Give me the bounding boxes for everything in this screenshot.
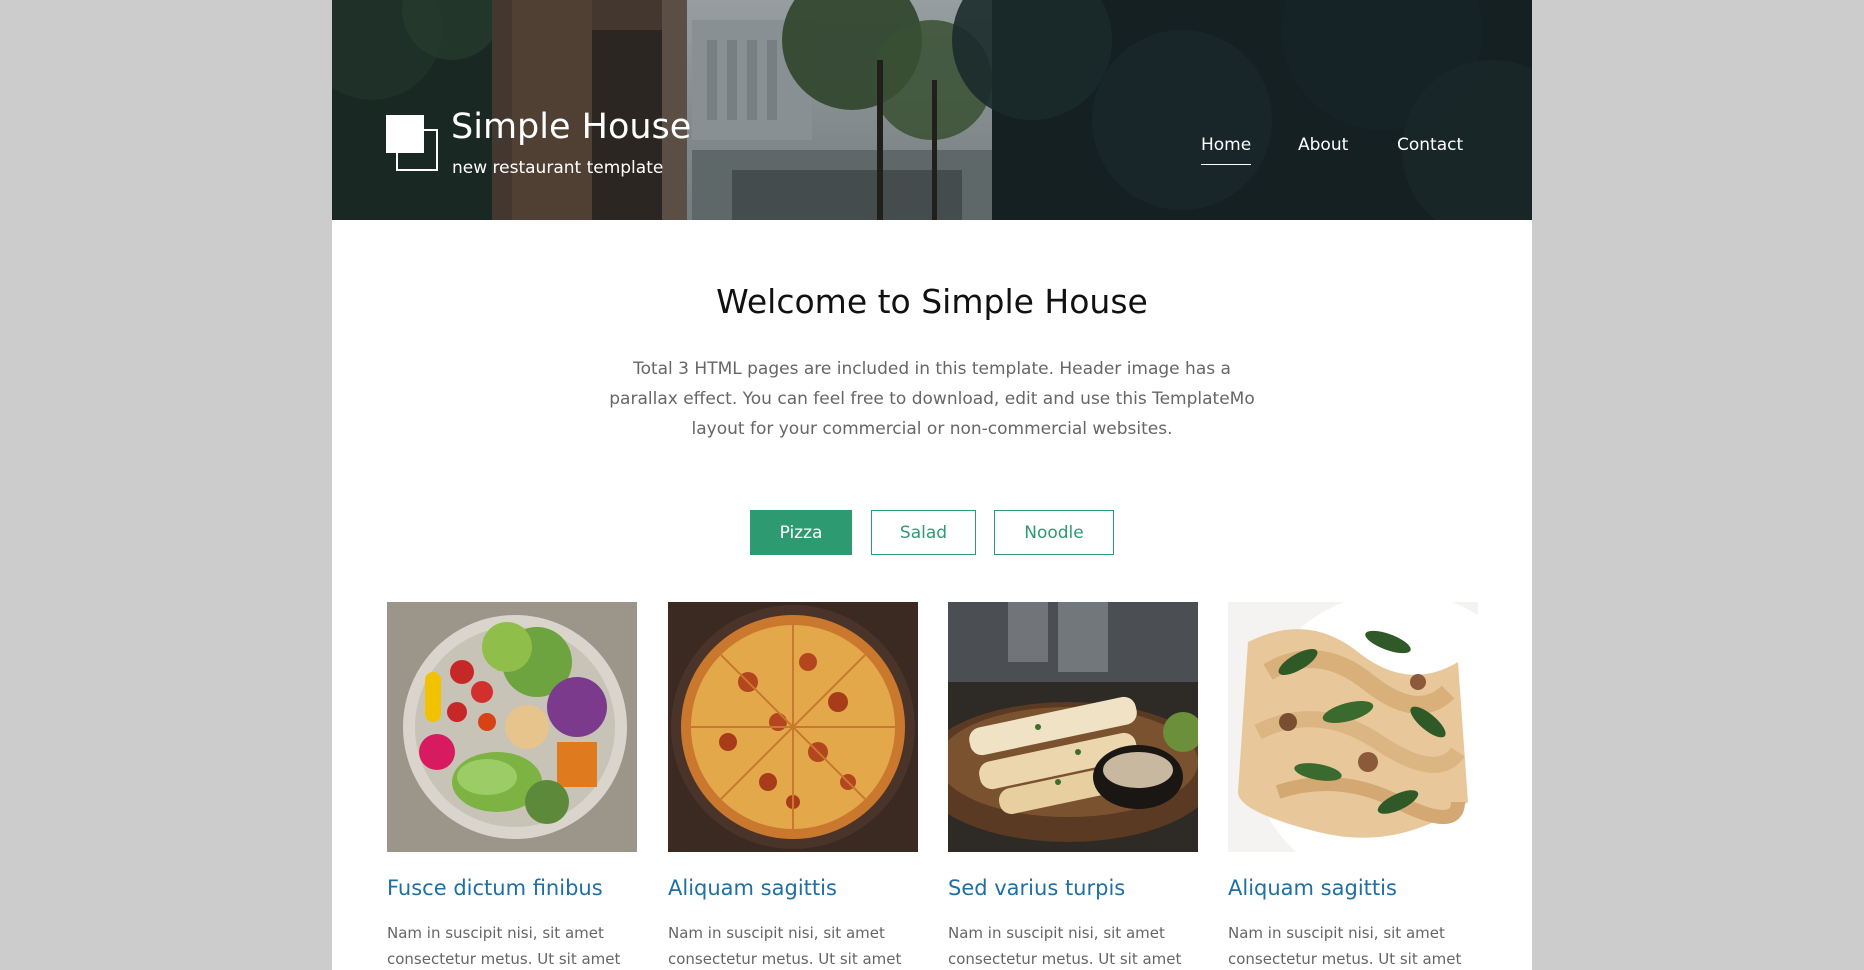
- nav-home[interactable]: Home: [1201, 132, 1252, 165]
- tab-pizza[interactable]: Pizza: [750, 510, 852, 555]
- tab-noodle[interactable]: Noodle: [994, 510, 1114, 555]
- logo-front-square: [386, 115, 424, 153]
- welcome-heading: Welcome to Simple House: [716, 282, 1148, 321]
- card-title[interactable]: Fusce dictum finibus: [387, 872, 647, 904]
- welcome-text: Total 3 HTML pages are included in this …: [609, 359, 1255, 439]
- nav-about[interactable]: About: [1298, 132, 1348, 158]
- pizza-image[interactable]: [668, 602, 918, 852]
- card-description: Nam in suscipit nisi, sit amet consectet…: [387, 924, 621, 968]
- card-title[interactable]: Sed varius turpis: [948, 872, 1208, 904]
- logo-icon[interactable]: [386, 115, 440, 173]
- grilled-seafood-image[interactable]: [948, 602, 1198, 852]
- pasta-image[interactable]: [1228, 602, 1478, 852]
- nav-contact[interactable]: Contact: [1397, 132, 1463, 158]
- card-description: Nam in suscipit nisi, sit amet consectet…: [948, 924, 1182, 968]
- card-title[interactable]: Aliquam sagittis: [668, 872, 928, 904]
- card-title[interactable]: Aliquam sagittis: [1228, 872, 1488, 904]
- tab-salad[interactable]: Salad: [871, 510, 976, 555]
- salad-bowl-image[interactable]: [387, 602, 637, 852]
- card-description: Nam in suscipit nisi, sit amet consectet…: [668, 924, 902, 968]
- site-header: Simple House new restaurant template Hom…: [332, 0, 1532, 220]
- site-subtitle: new restaurant template: [452, 158, 664, 178]
- site-title[interactable]: Simple House: [451, 102, 691, 152]
- page: Simple House new restaurant template Hom…: [332, 0, 1532, 970]
- card-description: Nam in suscipit nisi, sit amet consectet…: [1228, 924, 1462, 968]
